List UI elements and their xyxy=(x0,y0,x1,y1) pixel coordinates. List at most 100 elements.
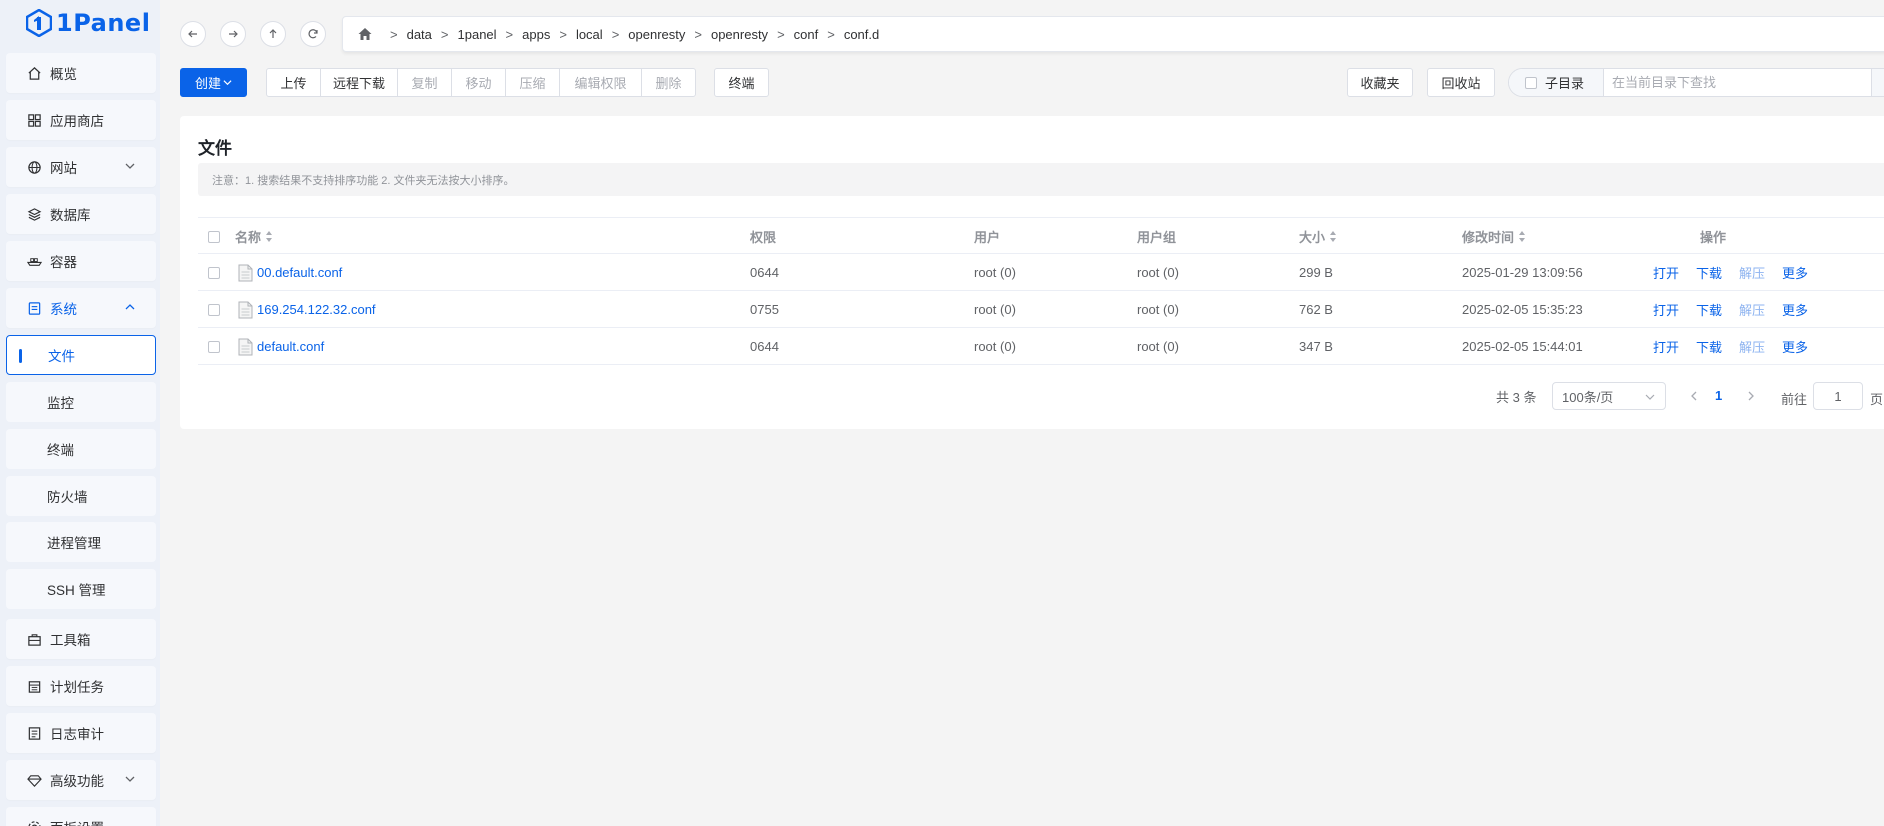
sidebar-item-advanced[interactable]: 高级功能 xyxy=(6,760,156,800)
open-button[interactable]: 打开 xyxy=(1653,263,1679,282)
column-name[interactable]: 名称 xyxy=(235,218,273,255)
sidebar-item-website[interactable]: 网站 xyxy=(6,147,156,187)
breadcrumb-item[interactable]: conf.d xyxy=(844,27,879,42)
1panel-logo-icon xyxy=(26,9,52,37)
terminal-button[interactable]: 终端 xyxy=(714,68,769,97)
next-page-button[interactable] xyxy=(1745,389,1757,403)
sidebar-item-system[interactable]: 系统 xyxy=(6,288,156,328)
modified-value: 2025-01-29 13:09:56 xyxy=(1462,265,1583,280)
forward-button[interactable] xyxy=(220,21,246,47)
remote-download-button[interactable]: 远程下载 xyxy=(320,68,398,97)
more-button[interactable]: 更多 xyxy=(1782,300,1808,319)
sidebar-item-container[interactable]: 容器 xyxy=(6,241,156,281)
column-size[interactable]: 大小 xyxy=(1299,218,1337,255)
download-button[interactable]: 下载 xyxy=(1696,300,1722,319)
compress-button[interactable]: 压缩 xyxy=(505,68,560,97)
breadcrumb-item[interactable]: apps xyxy=(522,27,550,42)
sidebar-item-database[interactable]: 数据库 xyxy=(6,194,156,234)
prev-page-button[interactable] xyxy=(1688,389,1700,403)
chevron-down-icon xyxy=(1645,394,1655,400)
permission-value[interactable]: 0755 xyxy=(750,291,779,328)
open-button[interactable]: 打开 xyxy=(1653,337,1679,356)
notice-text: 注意：1. 搜索结果不支持排序功能 2. 文件夹无法按大小排序。 xyxy=(212,174,515,187)
decompress-button[interactable]: 解压 xyxy=(1739,300,1765,319)
file-name-link[interactable]: 169.254.122.32.conf xyxy=(257,302,376,317)
breadcrumb-item[interactable]: openresty xyxy=(711,27,768,42)
sidebar-subitem-firewall[interactable]: 防火墙 xyxy=(6,476,156,516)
back-button[interactable] xyxy=(180,21,206,47)
column-user-label: 用户 xyxy=(974,230,1001,245)
download-button[interactable]: 下载 xyxy=(1696,263,1722,282)
permission-value[interactable]: 0644 xyxy=(750,328,779,365)
recycle-bin-button[interactable]: 回收站 xyxy=(1427,68,1495,97)
sidebar-item-panel-settings[interactable]: 面板设置 xyxy=(6,807,156,826)
up-directory-button[interactable] xyxy=(260,21,286,47)
open-button[interactable]: 打开 xyxy=(1653,300,1679,319)
column-permission-label: 权限 xyxy=(750,230,777,245)
breadcrumb-item[interactable]: openresty xyxy=(628,27,685,42)
current-page-number[interactable]: 1 xyxy=(1715,388,1722,403)
download-button[interactable]: 下载 xyxy=(1696,337,1722,356)
more-button[interactable]: 更多 xyxy=(1782,337,1808,356)
chevron-up-icon xyxy=(125,304,135,310)
subdirectory-checkbox[interactable] xyxy=(1525,76,1537,89)
row-actions: 打开 下载 解压 更多 xyxy=(1653,328,1825,365)
refresh-button[interactable] xyxy=(300,21,326,47)
sidebar-subitem-terminal[interactable]: 终端 xyxy=(6,429,156,469)
search-input[interactable] xyxy=(1604,69,1871,96)
more-button[interactable]: 更多 xyxy=(1782,263,1808,282)
user-value[interactable]: root (0) xyxy=(974,291,1016,328)
modified-value: 2025-02-05 15:35:23 xyxy=(1462,302,1583,317)
modified-value: 2025-02-05 15:44:01 xyxy=(1462,339,1583,354)
row-checkbox[interactable] xyxy=(208,340,220,353)
breadcrumb-item[interactable]: local xyxy=(576,27,603,42)
file-name-link[interactable]: default.conf xyxy=(257,339,324,354)
group-value[interactable]: root (0) xyxy=(1137,328,1179,365)
row-checkbox[interactable] xyxy=(208,266,220,279)
sidebar-item-log-audit[interactable]: 日志审计 xyxy=(6,713,156,753)
move-button[interactable]: 移动 xyxy=(451,68,506,97)
decompress-button[interactable]: 解压 xyxy=(1739,337,1765,356)
sidebar-item-overview[interactable]: 概览 xyxy=(6,53,156,93)
delete-button[interactable]: 删除 xyxy=(641,68,696,97)
copy-button[interactable]: 复制 xyxy=(397,68,452,97)
sidebar-subitem-process[interactable]: 进程管理 xyxy=(6,522,156,562)
app-logo[interactable]: 1Panel xyxy=(26,8,150,38)
sidebar-item-label: 工具箱 xyxy=(50,633,91,648)
breadcrumb-item[interactable]: conf xyxy=(794,27,819,42)
select-all-checkbox[interactable] xyxy=(208,230,220,243)
breadcrumb-separator: > xyxy=(440,26,449,42)
breadcrumb-item[interactable]: 1panel xyxy=(458,27,497,42)
file-icon xyxy=(238,264,253,281)
edit-permission-button[interactable]: 编辑权限 xyxy=(559,68,642,97)
user-value[interactable]: root (0) xyxy=(974,328,1016,365)
home-icon xyxy=(26,65,42,81)
column-name-label: 名称 xyxy=(235,230,262,245)
user-value[interactable]: root (0) xyxy=(974,254,1016,291)
upload-button[interactable]: 上传 xyxy=(266,68,321,97)
permission-value[interactable]: 0644 xyxy=(750,254,779,291)
page-size-select[interactable]: 100条/页 xyxy=(1552,382,1666,410)
row-checkbox[interactable] xyxy=(208,303,220,316)
sidebar-item-label: 网站 xyxy=(50,161,77,176)
create-button[interactable]: 创建 xyxy=(180,68,247,97)
favorites-button[interactable]: 收藏夹 xyxy=(1347,68,1413,97)
subdirectory-toggle[interactable]: 子目录 xyxy=(1509,69,1604,96)
sidebar-item-cron[interactable]: 计划任务 xyxy=(6,666,156,706)
search-button[interactable] xyxy=(1871,69,1884,96)
sidebar-item-toolbox[interactable]: 工具箱 xyxy=(6,619,156,659)
column-modified[interactable]: 修改时间 xyxy=(1462,218,1526,255)
sidebar-subitem-ssh[interactable]: SSH 管理 xyxy=(6,569,156,609)
group-value[interactable]: root (0) xyxy=(1137,291,1179,328)
decompress-button[interactable]: 解压 xyxy=(1739,263,1765,282)
group-value[interactable]: root (0) xyxy=(1137,254,1179,291)
sidebar-item-label: 容器 xyxy=(50,255,77,270)
sidebar-item-label: 数据库 xyxy=(50,208,91,223)
sidebar-subitem-monitor[interactable]: 监控 xyxy=(6,382,156,422)
goto-page-input[interactable] xyxy=(1813,382,1863,410)
sidebar-subitem-files[interactable]: 文件 xyxy=(6,335,156,375)
file-name-link[interactable]: 00.default.conf xyxy=(257,265,342,280)
home-icon[interactable] xyxy=(357,26,373,42)
breadcrumb-item[interactable]: data xyxy=(407,27,432,42)
sidebar-item-app-store[interactable]: 应用商店 xyxy=(6,100,156,140)
